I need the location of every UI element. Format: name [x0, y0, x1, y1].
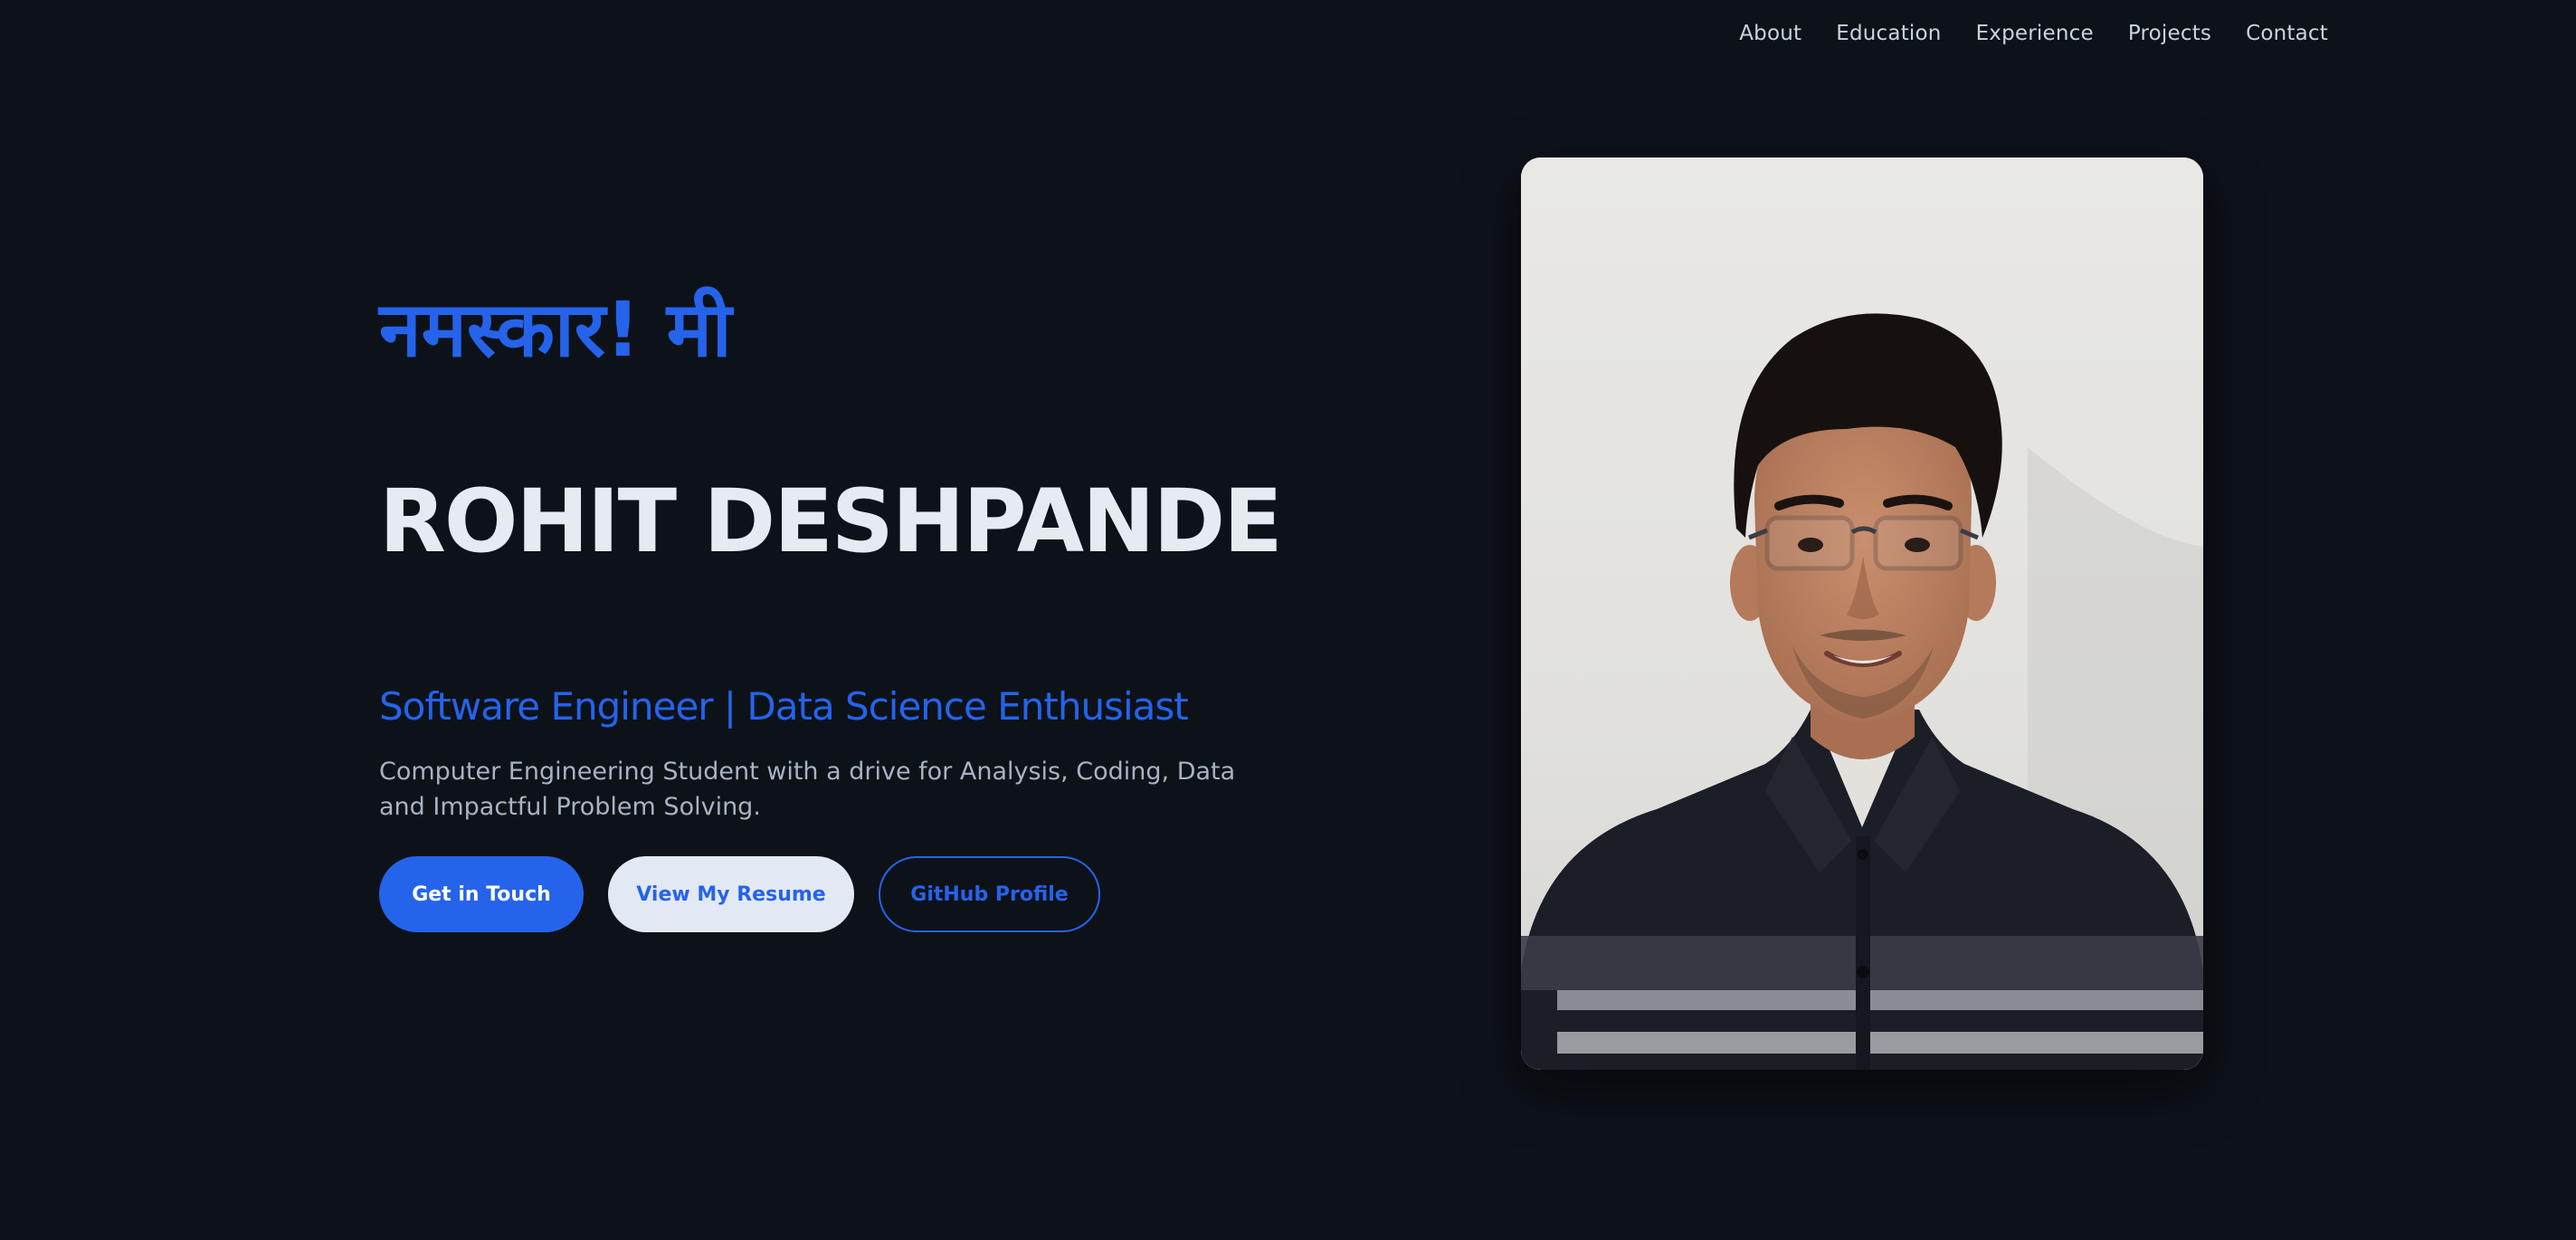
github-profile-button[interactable]: GitHub Profile: [879, 856, 1100, 932]
nav-link-education[interactable]: Education: [1836, 22, 1941, 45]
hero-actions: Get in Touch View My Resume GitHub Profi…: [379, 856, 1100, 932]
nav-link-experience[interactable]: Experience: [1976, 22, 2094, 45]
portfolio-page: About Education Experience Projects Cont…: [0, 0, 2576, 1240]
hero-greeting: नमस्कार! मी: [379, 285, 732, 374]
hero-role: Software Engineer | Data Science Enthusi…: [379, 684, 1189, 729]
nav-link-projects[interactable]: Projects: [2128, 22, 2211, 45]
nav-link-contact[interactable]: Contact: [2246, 22, 2328, 45]
get-in-touch-button[interactable]: Get in Touch: [379, 856, 584, 932]
profile-photo: [1521, 157, 2203, 1070]
nav-link-about[interactable]: About: [1739, 22, 1801, 45]
hero-name: ROHIT DESHPANDE: [379, 471, 1283, 572]
hero-description: Computer Engineering Student with a driv…: [379, 758, 1236, 821]
view-resume-button[interactable]: View My Resume: [608, 856, 854, 932]
top-nav: About Education Experience Projects Cont…: [1739, 22, 2328, 45]
profile-photo-illustration: [1521, 157, 2203, 1070]
